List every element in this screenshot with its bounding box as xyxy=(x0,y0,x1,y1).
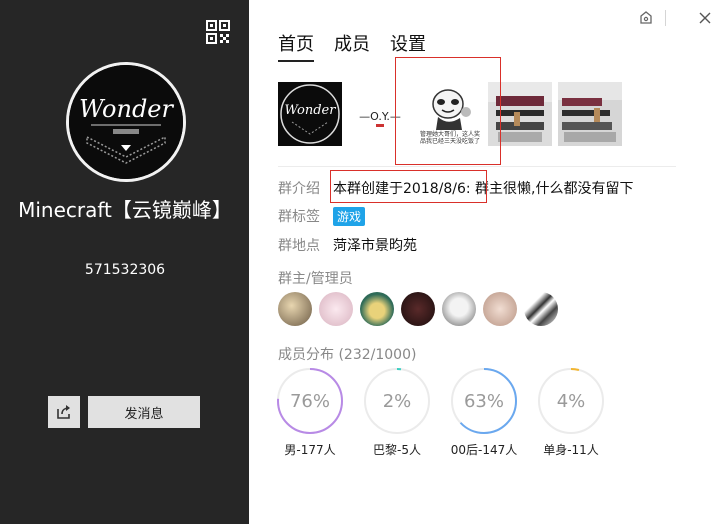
stat-age[interactable]: 63% 00后-147人 xyxy=(450,367,518,458)
group-profile-panel: Wonder Minecraft【云镜巅峰】 571532306 发消息 xyxy=(0,0,249,524)
tag-label: 群标签 xyxy=(278,209,320,225)
stat-label: 男-177人 xyxy=(284,443,336,457)
admin-avatar[interactable] xyxy=(524,292,558,326)
admin-avatar[interactable] xyxy=(483,292,517,326)
send-message-button[interactable]: 发消息 xyxy=(88,396,200,428)
stat-label: 巴黎-5人 xyxy=(373,443,421,457)
qr-code-icon[interactable] xyxy=(206,20,230,44)
location-value: 菏泽市景昀苑 xyxy=(333,238,417,254)
title-divider xyxy=(665,10,666,26)
stat-percent: 2% xyxy=(382,390,412,412)
stat-ring: 2% xyxy=(363,367,431,435)
admin-avatar[interactable] xyxy=(319,292,353,326)
group-avatar[interactable]: Wonder xyxy=(66,62,186,182)
tab-members[interactable]: 成员 xyxy=(334,30,370,62)
close-icon[interactable] xyxy=(697,10,713,26)
intro-label: 群介绍 xyxy=(278,181,320,197)
group-photo-5[interactable] xyxy=(558,82,622,146)
group-name: Minecraft【云镜巅峰】 xyxy=(18,198,232,222)
group-photo-1[interactable]: Wonder xyxy=(278,82,342,146)
stat-percent: 63% xyxy=(463,390,504,412)
highlight-box-intro xyxy=(330,170,487,203)
stat-ring: 76% xyxy=(276,367,344,435)
tag-game[interactable]: 游戏 xyxy=(333,206,366,226)
stat-label: 00后-147人 xyxy=(450,443,518,457)
group-location-row: 群地点 菏泽市景昀苑 xyxy=(278,235,417,255)
group-number: 571532306 xyxy=(84,262,166,278)
admin-avatar[interactable] xyxy=(442,292,476,326)
share-button[interactable] xyxy=(48,396,80,428)
admin-avatar[interactable] xyxy=(401,292,435,326)
stat-region[interactable]: 2% 巴黎-5人 xyxy=(363,367,431,458)
location-label: 群地点 xyxy=(278,238,320,254)
share-icon xyxy=(57,405,70,419)
group-tag-row: 群标签 游戏 xyxy=(278,206,366,226)
distribution-title: 成员分布 (232/1000) xyxy=(278,347,417,363)
stat-gender[interactable]: 76% 男-177人 xyxy=(276,367,344,458)
photo-1-text: Wonder xyxy=(285,103,337,118)
admin-avatar[interactable] xyxy=(360,292,394,326)
stat-ring: 4% xyxy=(537,367,605,435)
stat-percent: 76% xyxy=(289,390,330,412)
stat-single[interactable]: 4% 单身-11人 xyxy=(537,367,605,458)
stat-ring: 63% xyxy=(450,367,518,435)
admins-title: 群主/管理员 xyxy=(278,271,353,287)
section-divider xyxy=(278,166,676,167)
admin-avatar[interactable] xyxy=(278,292,312,326)
skin-icon[interactable] xyxy=(638,10,654,26)
stat-percent: 4% xyxy=(556,390,586,412)
member-distribution: 76% 男-177人 2% 巴黎-5人 63% 00后-147人 4% 单身-1… xyxy=(276,367,605,458)
stat-label: 单身-11人 xyxy=(543,443,599,457)
admin-avatar-list xyxy=(278,292,558,326)
avatar-logo-text: Wonder xyxy=(79,95,175,123)
highlight-box-photo xyxy=(395,57,501,165)
tab-home[interactable]: 首页 xyxy=(278,30,314,62)
